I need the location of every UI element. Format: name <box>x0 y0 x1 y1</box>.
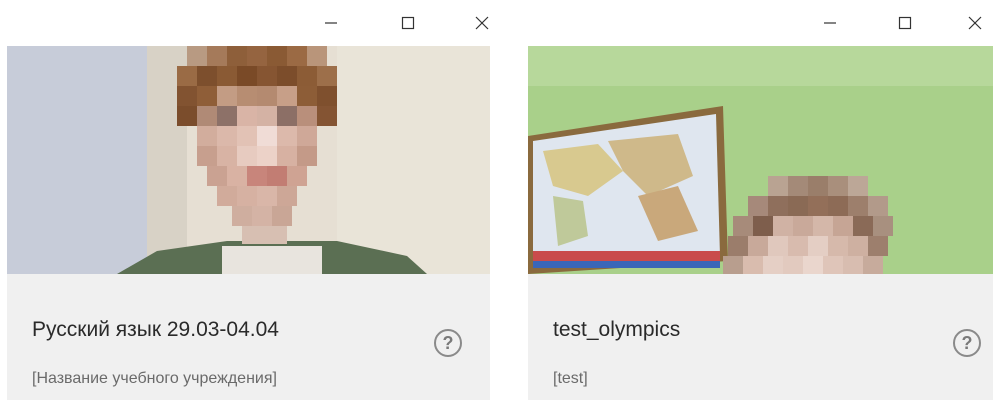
close-icon <box>475 16 489 30</box>
webcam-frame-image <box>528 46 993 274</box>
event-title: Русский язык 29.03-04.04 <box>32 318 279 341</box>
minimize-button[interactable] <box>316 8 346 38</box>
close-button[interactable] <box>467 8 497 38</box>
webcam-window-right: test_olympics [test] ? <box>520 0 995 400</box>
window-titlebar <box>0 0 497 46</box>
webcam-window-left: Русский язык 29.03-04.04 [Название учебн… <box>0 0 497 400</box>
institution-name: [test] <box>553 370 588 387</box>
close-icon <box>968 16 982 30</box>
webcam-video-feed <box>528 46 993 274</box>
participant-info-panel: test_olympics [test] ? <box>528 274 993 400</box>
help-icon: ? <box>442 332 454 353</box>
maximize-button[interactable] <box>393 8 423 38</box>
participant-info-panel: Русский язык 29.03-04.04 [Название учебн… <box>7 274 490 400</box>
webcam-frame-image <box>7 46 490 274</box>
minimize-icon <box>824 22 836 24</box>
maximize-icon <box>401 16 415 30</box>
event-title: test_olympics <box>553 318 681 341</box>
webcam-video-feed <box>7 46 490 274</box>
institution-name: [Название учебного учреждения] <box>32 370 277 387</box>
close-button[interactable] <box>960 8 990 38</box>
help-icon: ? <box>961 332 973 353</box>
help-button[interactable]: ? <box>953 329 981 357</box>
help-button[interactable]: ? <box>434 329 462 357</box>
minimize-icon <box>325 22 337 24</box>
minimize-button[interactable] <box>815 8 845 38</box>
window-titlebar <box>520 0 995 46</box>
maximize-icon <box>898 16 912 30</box>
maximize-button[interactable] <box>890 8 920 38</box>
